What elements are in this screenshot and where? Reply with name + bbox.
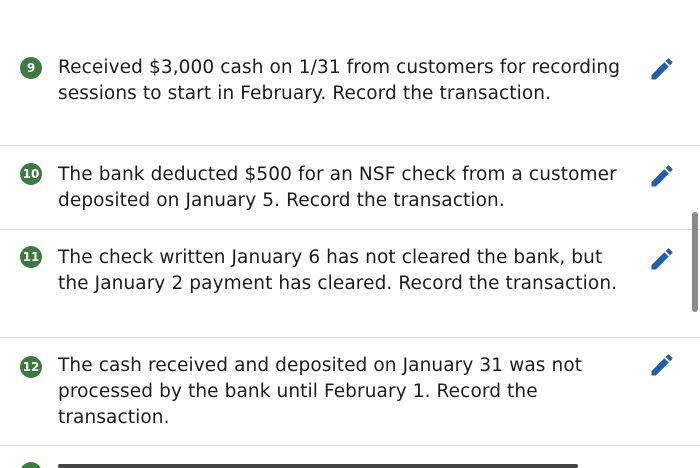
edit-button[interactable]	[648, 245, 676, 273]
question-text: The cash received and deposited on Janua…	[58, 355, 583, 428]
question-item-9: 9 Received $3,000 cash on 1/31 from cust…	[0, 0, 700, 146]
pencil-icon	[651, 248, 673, 270]
pencil-icon	[651, 165, 673, 187]
question-item-10: 10 The bank deducted $500 for an NSF che…	[0, 146, 700, 230]
question-number-badge: 9	[20, 57, 42, 79]
question-item-12: 12 The cash received and deposited on Ja…	[0, 338, 700, 446]
question-number-badge: 10	[20, 163, 42, 185]
edit-button[interactable]	[648, 55, 676, 83]
question-text: The check written January 6 has not clea…	[58, 247, 618, 294]
scrollbar[interactable]	[692, 212, 698, 312]
next-question-peek	[20, 460, 660, 468]
question-number-badge: 12	[20, 356, 42, 378]
question-number-badge: 11	[20, 246, 42, 268]
edit-button[interactable]	[648, 351, 676, 379]
question-text: The bank deducted $500 for an NSF check …	[58, 164, 617, 211]
question-item-11: 11 The check written January 6 has not c…	[0, 230, 700, 338]
question-list: 9 Received $3,000 cash on 1/31 from cust…	[0, 0, 700, 468]
clipped-text	[58, 464, 578, 468]
pencil-icon	[651, 354, 673, 376]
question-number-badge	[20, 462, 42, 468]
edit-button[interactable]	[648, 162, 676, 190]
question-text: Received $3,000 cash on 1/31 from custom…	[58, 57, 621, 104]
pencil-icon	[651, 58, 673, 80]
